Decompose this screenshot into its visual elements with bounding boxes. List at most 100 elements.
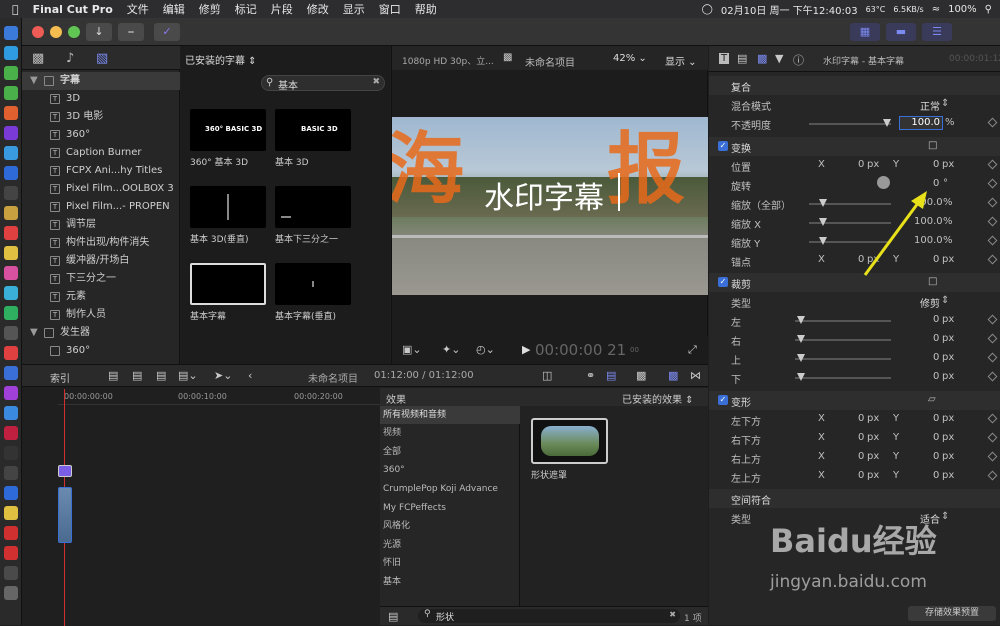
dock-app-icon[interactable]: [4, 426, 18, 440]
dock-app-icon[interactable]: [4, 506, 18, 520]
keyframe-icon[interactable]: [987, 470, 998, 481]
dock-app-icon[interactable]: [4, 26, 18, 40]
info-inspector-icon[interactable]: ⓘ: [793, 52, 804, 68]
title-overlay[interactable]: 水印字幕: [484, 173, 604, 217]
distort-tl-y[interactable]: 0: [933, 470, 939, 481]
show-inspector-button[interactable]: ☰: [922, 23, 952, 41]
distort-toggle-icon[interactable]: ▱: [928, 394, 936, 405]
effects-category[interactable]: 风格化: [380, 517, 520, 535]
menu-window[interactable]: 窗口: [379, 1, 401, 17]
battery-pct[interactable]: 100%: [948, 4, 977, 15]
crop-bottom-value[interactable]: 0: [933, 371, 939, 382]
slider-knob[interactable]: [797, 316, 805, 324]
distort-tl-x[interactable]: 0: [858, 470, 864, 481]
keyframe-icon[interactable]: [987, 159, 998, 170]
title-thumb-selected[interactable]: [190, 263, 266, 305]
effects-search-input[interactable]: 形状: [436, 610, 454, 623]
headphones-icon[interactable]: ⚭: [586, 369, 595, 382]
sidebar-item-fcpx-titles[interactable]: T FCPX Ani...hy Titles: [22, 162, 180, 180]
title-thumb[interactable]: 360° BASIC 3D: [190, 109, 266, 151]
sidebar-item-3d-movie[interactable]: T 3D 电影: [22, 108, 180, 126]
transform-checkbox[interactable]: ✓: [718, 141, 728, 151]
title-inspector-icon[interactable]: ▤: [737, 52, 747, 65]
video-frame[interactable]: 海 报 水印字幕: [392, 117, 708, 295]
append-clip-icon[interactable]: ▤: [156, 369, 166, 382]
snapping-icon[interactable]: ▤: [606, 369, 616, 382]
dock-app-icon[interactable]: [4, 406, 18, 420]
slider-knob[interactable]: [883, 119, 891, 127]
speed-icon[interactable]: ◴⌄: [476, 343, 495, 356]
dock-app-icon[interactable]: [4, 146, 18, 160]
sidebar-item-gen-360[interactable]: 360°: [22, 342, 180, 360]
search-icon[interactable]: ⚲: [985, 4, 992, 15]
play-icon[interactable]: ▶: [522, 343, 530, 356]
dock-app-icon[interactable]: [4, 106, 18, 120]
effects-category[interactable]: My FCPeffects: [380, 499, 520, 517]
clip-appearance-icon[interactable]: ▩: [636, 369, 646, 382]
clear-search-icon[interactable]: ✖: [669, 610, 676, 619]
sidebar-item-360[interactable]: T 360°: [22, 126, 180, 144]
dock-app-icon[interactable]: [4, 586, 18, 600]
distort-br-x[interactable]: 0: [858, 432, 864, 443]
fullscreen-icon[interactable]: ⤢: [688, 343, 697, 357]
crop-right-value[interactable]: 0: [933, 333, 939, 344]
distort-tr-y[interactable]: 0: [933, 451, 939, 462]
effect-thumb[interactable]: [531, 418, 608, 464]
video-clip[interactable]: [58, 487, 72, 543]
sidebar-item-adjustment[interactable]: T 调节层: [22, 216, 180, 234]
keyframe-icon[interactable]: [987, 371, 998, 382]
save-preset-button[interactable]: 存储效果预置: [908, 606, 996, 621]
slider-knob[interactable]: [797, 354, 805, 362]
minimize-button[interactable]: [50, 26, 62, 38]
viewer-format[interactable]: 1080p HD 30p、立...: [402, 54, 494, 67]
opacity-field[interactable]: 100.0: [899, 116, 943, 130]
sidebar-item-elements[interactable]: T 元素: [22, 288, 180, 306]
dock-app-icon[interactable]: [4, 526, 18, 540]
import-button[interactable]: ↓: [86, 23, 112, 41]
insert-clip-icon[interactable]: ▤: [132, 369, 142, 382]
menu-edit[interactable]: 编辑: [163, 1, 185, 17]
slider-knob[interactable]: [797, 373, 805, 381]
crop-bottom-slider[interactable]: [795, 377, 891, 379]
show-timeline-button[interactable]: ▬: [886, 23, 916, 41]
title-search-field[interactable]: ⚲ 基本 ✖: [261, 75, 385, 92]
overwrite-clip-icon[interactable]: ▤⌄: [178, 369, 198, 382]
slider-knob[interactable]: [819, 237, 827, 245]
opacity-slider[interactable]: [809, 123, 891, 125]
crop-right-slider[interactable]: [795, 339, 891, 341]
dock-app-icon[interactable]: [4, 66, 18, 80]
dock-app-icon[interactable]: [4, 126, 18, 140]
distort-bl-y[interactable]: 0: [933, 413, 939, 424]
dock-app-icon[interactable]: [4, 326, 18, 340]
effects-category[interactable]: 光源: [380, 536, 520, 554]
video-inspector-icon[interactable]: ▩: [757, 52, 767, 65]
text-inspector-icon[interactable]: T: [719, 53, 730, 64]
effects-category[interactable]: 所有视频和音频: [380, 406, 520, 424]
library-icon[interactable]: ▩: [32, 51, 44, 66]
keyword-button[interactable]: ⎯: [118, 23, 144, 41]
keyframe-icon[interactable]: [987, 117, 998, 128]
distort-br-y[interactable]: 0: [933, 432, 939, 443]
menu-app[interactable]: Final Cut Pro: [33, 3, 113, 16]
zoom-button[interactable]: [68, 26, 80, 38]
sidebar-item-3d[interactable]: T 3D: [22, 90, 180, 108]
color-inspector-icon[interactable]: ▼: [775, 52, 783, 65]
menu-modify[interactable]: 修改: [307, 1, 329, 17]
effects-category[interactable]: CrumplePop Koji Advance: [380, 480, 520, 498]
crop-top-value[interactable]: 0: [933, 352, 939, 363]
sidebar-item-pixelfilm-toolbox[interactable]: T Pixel Film...OOLBOX 3: [22, 180, 180, 198]
close-button[interactable]: [32, 26, 44, 38]
dock-app-icon[interactable]: [4, 546, 18, 560]
dock-app-icon[interactable]: [4, 166, 18, 180]
crop-left-value[interactable]: 0: [933, 314, 939, 325]
apple-icon[interactable]: : [12, 3, 19, 16]
dock-app-icon[interactable]: [4, 446, 18, 460]
sidebar-item-caption-burner[interactable]: T Caption Burner: [22, 144, 180, 162]
view-dropdown[interactable]: 显示 ⌄: [665, 53, 697, 68]
effects-category[interactable]: 怀旧: [380, 554, 520, 572]
clock[interactable]: 02月10日 周一 下午12:40:03: [721, 2, 858, 17]
blend-mode-select[interactable]: 正常: [920, 98, 940, 113]
slider-knob[interactable]: [819, 218, 827, 226]
connect-clip-icon[interactable]: ▤: [108, 369, 118, 382]
crop-type-select[interactable]: 修剪: [920, 295, 940, 310]
